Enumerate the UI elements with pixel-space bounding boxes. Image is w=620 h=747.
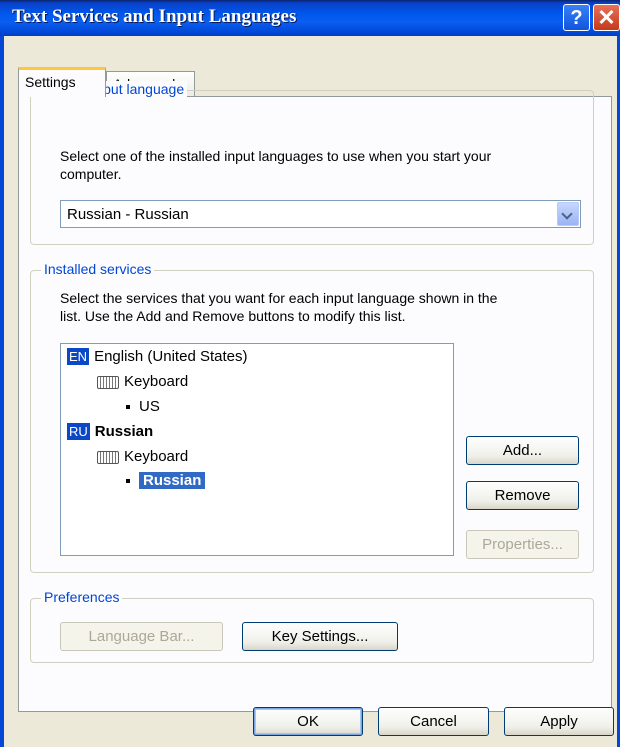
close-button[interactable]: ✕ (593, 4, 620, 31)
chevron-down-icon[interactable] (557, 202, 579, 226)
dialog-window: Text Services and Input Languages ? ✕ Se… (0, 0, 620, 747)
properties-button[interactable]: Properties... (466, 530, 579, 559)
tree-item-keyboard[interactable]: Keyboard (97, 448, 188, 470)
tree-item-label: English (United States) (94, 348, 248, 365)
help-button[interactable]: ? (563, 4, 590, 31)
language-bar-button[interactable]: Language Bar... (60, 622, 223, 651)
default-language-select[interactable]: Russian - Russian (60, 200, 581, 228)
window-title: Text Services and Input Languages (12, 6, 297, 27)
tree-item-label-selected: Russian (139, 472, 206, 489)
default-language-value: Russian - Russian (67, 206, 189, 223)
language-code-icon: EN (67, 348, 90, 365)
tree-item-label: Keyboard (124, 373, 189, 390)
keyboard-icon (97, 450, 119, 464)
tree-item-us[interactable]: US (126, 398, 160, 420)
default-input-description-line2: computer. (60, 166, 122, 182)
installed-services-description-line2: list. Use the Add and Remove buttons to … (60, 308, 406, 324)
default-input-description-line1: Select one of the installed input langua… (60, 148, 492, 164)
tree-item-label: US (139, 398, 160, 415)
bullet-icon (126, 405, 130, 410)
bullet-icon (126, 479, 130, 484)
ok-button[interactable]: OK (253, 707, 363, 736)
tree-item-russian[interactable]: RU Russian (67, 423, 153, 445)
services-tree[interactable]: EN English (United States) Keyboard US RU… (60, 343, 454, 556)
tree-item-english[interactable]: EN English (United States) (67, 348, 247, 370)
remove-button[interactable]: Remove (466, 481, 579, 510)
tree-item-keyboard[interactable]: Keyboard (97, 373, 188, 395)
tree-item-label: Keyboard (124, 448, 189, 465)
tree-item-russian-layout[interactable]: Russian (126, 472, 206, 494)
preferences-legend: Preferences (41, 589, 123, 605)
keyboard-icon (97, 375, 119, 389)
cancel-button[interactable]: Cancel (378, 707, 489, 736)
installed-services-description-line1: Select the services that you want for ea… (60, 290, 498, 306)
tab-settings[interactable]: Settings (18, 67, 106, 97)
installed-services-legend: Installed services (41, 261, 155, 277)
tree-item-label: Russian (94, 423, 154, 440)
language-code-icon: RU (67, 423, 90, 440)
key-settings-button[interactable]: Key Settings... (242, 622, 398, 651)
apply-button[interactable]: Apply (504, 707, 614, 736)
title-bar[interactable]: Text Services and Input Languages ? ✕ (0, 0, 620, 36)
add-button[interactable]: Add... (466, 436, 579, 465)
